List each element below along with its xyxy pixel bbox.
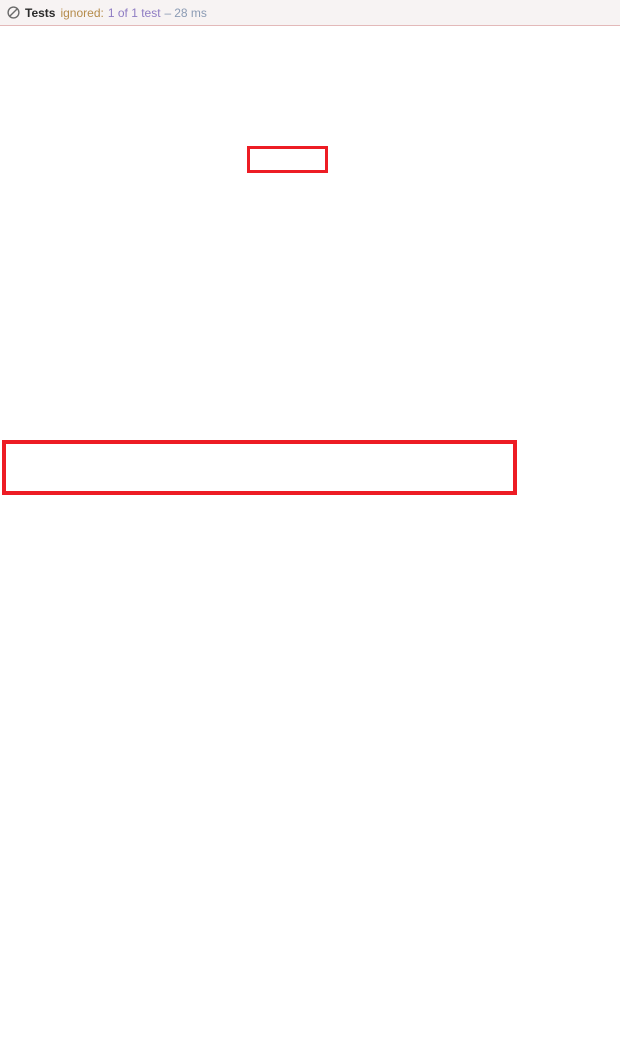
- console-line-summary: ============================ 1 xfailed i…: [0, 662, 620, 683]
- console-line-blank-5: [0, 998, 620, 1019]
- console-line-blank-2: [0, 515, 620, 536]
- console-output-panel[interactable]: rootdir: D:\PYTEST plugins: allure-pytes…: [0, 26, 620, 1060]
- test-header-count: 1 of 1 test: [107, 5, 161, 20]
- test-header-separator-dash: –: [164, 5, 172, 20]
- console-line-plugins: plugins: allure-pytest-2.8.6: [0, 179, 620, 200]
- console-line-testcase-id: testcase/test_simple.py::TestSimple::tes…: [0, 431, 620, 452]
- console-line-process-finished: Process finished with exit code 0: [0, 830, 620, 851]
- test-header-duration: 28 ms: [174, 5, 207, 20]
- test-results-header-bar: Tests ignored: 1 of 1 test – 28 ms: [0, 0, 620, 26]
- console-line-xfail-payload: XFAIL [100%]{'data': {'yesterday': {'dat…: [0, 914, 620, 935]
- test-header-title: Tests: [25, 5, 56, 20]
- console-line-collecting: collecting ... collected 1 item: [0, 263, 620, 284]
- console-line-rootdir: rootdir: D:\PYTEST: [0, 95, 620, 116]
- xfailed-annotation-box: [247, 146, 328, 173]
- console-line-blank-1: [0, 347, 620, 368]
- console-line-blank-3: [0, 578, 620, 599]
- test-header-status: ignored:: [60, 5, 104, 20]
- ignored-circle-slash-icon: [6, 6, 20, 20]
- console-line-blank-4: [0, 746, 620, 767]
